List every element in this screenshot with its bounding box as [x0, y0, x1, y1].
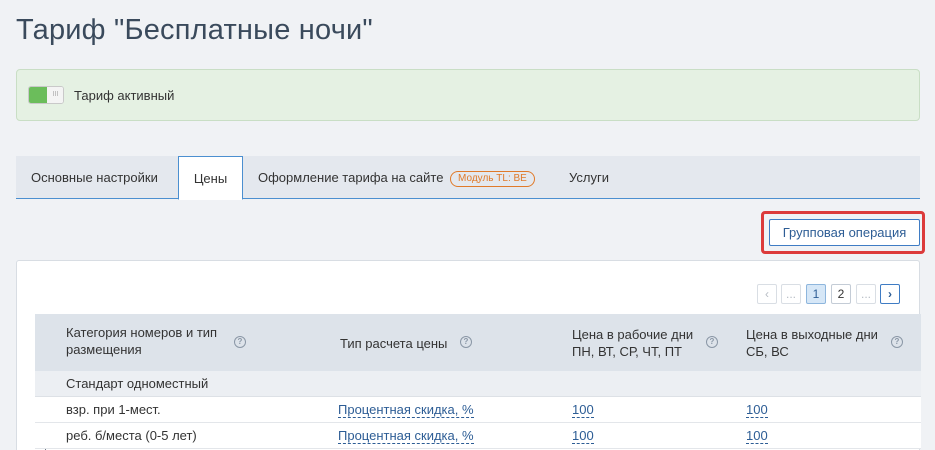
weekday-price-value[interactable]: 100	[572, 402, 594, 418]
pagination-prev-button[interactable]: ‹	[757, 284, 777, 304]
tab-label: Оформление тарифа на сайте	[258, 170, 444, 185]
calc-type-link[interactable]: Процентная скидка, %	[338, 428, 474, 444]
help-icon[interactable]: ?	[460, 336, 472, 348]
weekend-price-value[interactable]: 100	[746, 428, 768, 444]
table-header: Категория номеров и тип размещения ? Тип…	[35, 314, 921, 371]
placement-type: реб. б/места (0-5 лет)	[66, 428, 197, 443]
column-header-weekday-price: Цена в рабочие дни ПН, ВТ, СР, ЧТ, ПТ	[572, 327, 694, 359]
module-badge: Модуль TL: BE	[450, 171, 535, 187]
column-header-calc-type: Тип расчета цены	[340, 336, 448, 351]
calc-type-link[interactable]: Процентная скидка, %	[338, 402, 474, 418]
tariff-tabs: Основные настройки Цены Оформление тариф…	[16, 156, 920, 200]
pagination-page-1[interactable]: 1	[806, 284, 826, 304]
help-icon[interactable]: ?	[891, 336, 903, 348]
pagination-ellipsis: ...	[856, 284, 876, 304]
column-header-weekend-price: Цена в выходные дни СБ, ВС	[746, 327, 878, 359]
page-title: Тариф "Бесплатные ночи"	[16, 14, 373, 46]
weekend-price-value[interactable]: 100	[746, 402, 768, 418]
tariff-status-label: Тариф активный	[74, 88, 175, 103]
pagination-page-2[interactable]: 2	[831, 284, 851, 304]
table-row: взр. при 1-мест. Процентная скидка, % 10…	[35, 397, 921, 423]
table-row: реб. б/места (0-5 лет) Процентная скидка…	[35, 423, 921, 449]
toggle-on-track	[29, 87, 47, 103]
tab-label: Услуги	[569, 170, 609, 185]
tab-label: Основные настройки	[31, 170, 158, 185]
tab-services[interactable]: Услуги	[569, 156, 609, 199]
tab-prices[interactable]: Цены	[178, 156, 243, 200]
tariff-status-panel: III Тариф активный	[16, 69, 920, 121]
help-icon[interactable]: ?	[234, 336, 246, 348]
tab-main-settings[interactable]: Основные настройки	[31, 156, 158, 199]
room-category-name: Стандарт одноместный	[66, 376, 209, 391]
toggle-knob: III	[47, 87, 63, 103]
weekday-price-value[interactable]: 100	[572, 428, 594, 444]
help-icon[interactable]: ?	[706, 336, 718, 348]
group-operation-button[interactable]: Групповая операция	[769, 219, 920, 246]
pagination-next-button[interactable]: ›	[880, 284, 900, 304]
room-category-group-row: Стандарт одноместный	[35, 371, 921, 397]
tab-site-design[interactable]: Оформление тарифа на сайте Модуль TL: BE	[258, 156, 535, 199]
placement-type: взр. при 1-мест.	[66, 402, 161, 417]
tariff-active-toggle[interactable]: III	[28, 86, 64, 104]
pagination-ellipsis: ...	[781, 284, 801, 304]
column-header-category: Категория номеров и тип размещения	[66, 325, 218, 357]
tab-label: Цены	[193, 171, 228, 186]
